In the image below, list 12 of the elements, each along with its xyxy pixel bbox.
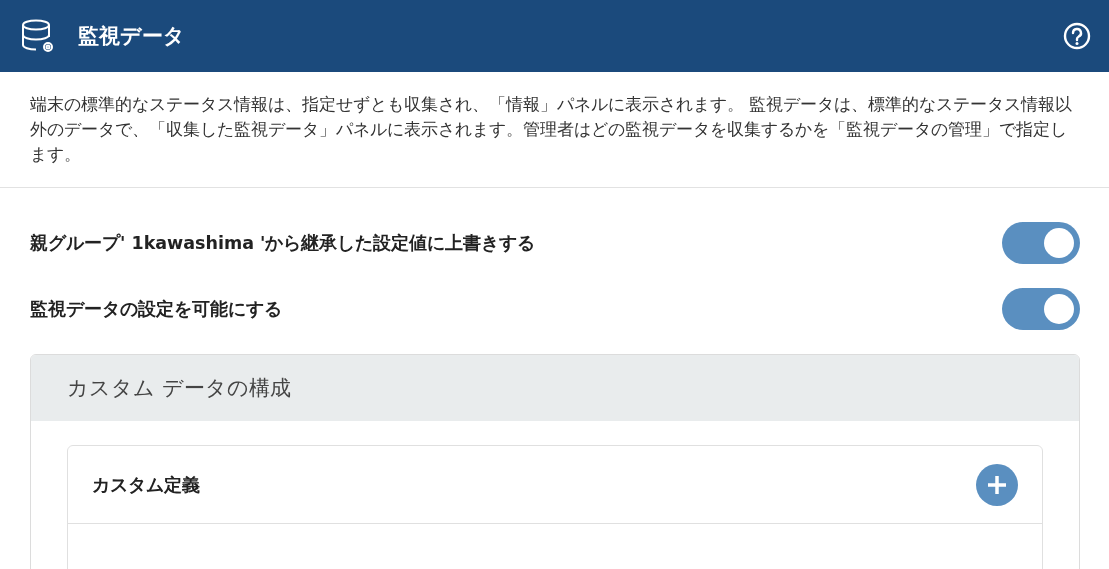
panel-title: カスタム データの構成 <box>67 375 291 402</box>
add-button[interactable] <box>976 463 1018 506</box>
database-gear-icon <box>20 18 56 54</box>
setting-label: 監視データの設定を可能にする <box>30 298 282 321</box>
page-title: 監視データ <box>78 23 186 50</box>
description-text: 端末の標準的なステータス情報は、指定せずとも収集され、「情報」パネルに表示されます。 監視データは、標準的なステータス情報以外のデータで、「収集した監視データ」パネルに表示されます。管理者はどの監視データを収集するかを「監視データの管理」で指定します。 <box>0 72 1109 188</box>
setting-label: 親グループ' 1kawashima 'から継承した設定値に上書きする <box>30 232 536 255</box>
toggle-switch[interactable] <box>1002 222 1080 264</box>
toggle-switch[interactable] <box>1002 288 1080 330</box>
help-icon[interactable] <box>1063 22 1091 50</box>
plus-icon <box>986 473 1008 496</box>
section-title: カスタム定義 <box>92 473 200 497</box>
